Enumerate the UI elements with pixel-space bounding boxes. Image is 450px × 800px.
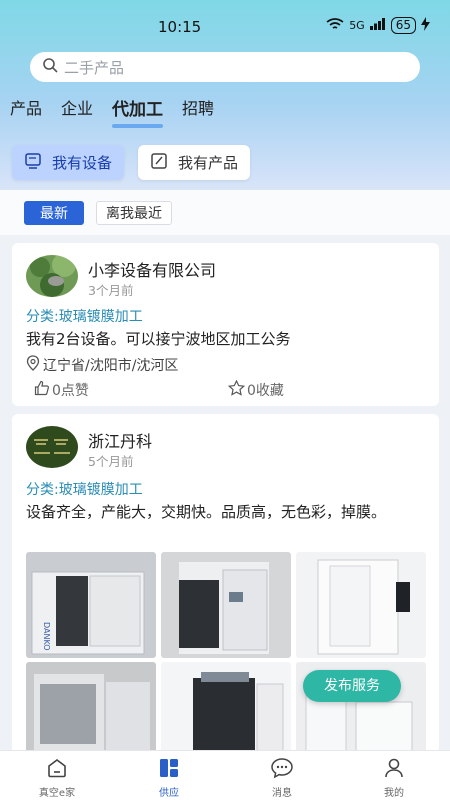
my-product-button[interactable]: 我有产品 [138, 145, 251, 180]
thumbs-up-icon [34, 380, 50, 400]
post-time: 3个月前 [88, 283, 134, 298]
network-label: 5G [349, 19, 365, 32]
equipment-photo[interactable] [161, 662, 291, 754]
nav-profile-label: 我的 [384, 788, 404, 799]
status-icons: 5G 65 [326, 17, 430, 34]
home-icon [46, 759, 68, 782]
post-card[interactable]: 浙江丹科 5个月前 分类:玻璃镀膜加工 设备齐全，产能大，交期快。品质高，无色彩… [12, 414, 439, 754]
publish-service-button[interactable]: 发布服务 [303, 670, 401, 702]
post-category: 分类:玻璃镀膜加工 [26, 482, 143, 498]
company-name: 小李设备有限公司 [88, 261, 217, 280]
bottom-nav: 真空e家 供应 消息 我的 [0, 750, 450, 800]
favorite-button[interactable]: 0收藏 [227, 379, 284, 400]
charging-icon [421, 17, 430, 34]
brand-mark: DANKO [42, 622, 51, 651]
my-equipment-button[interactable]: 我有设备 [12, 145, 125, 180]
nav-messages[interactable]: 消息 [242, 757, 322, 799]
search-icon [42, 57, 64, 77]
equipment-photo[interactable] [296, 552, 426, 658]
filter-latest[interactable]: 最新 [24, 201, 84, 225]
nav-messages-label: 消息 [272, 788, 292, 799]
like-button[interactable]: 0点赞 [34, 380, 89, 400]
nav-supply-label: 供应 [159, 788, 179, 799]
nav-supply[interactable]: 供应 [129, 757, 209, 799]
status-time: 10:15 [158, 18, 202, 36]
signal-icon [369, 18, 386, 33]
avatar [26, 255, 78, 297]
equipment-photo[interactable] [26, 662, 156, 754]
nav-home[interactable]: 真空e家 [17, 757, 97, 799]
battery-indicator: 65 [390, 17, 416, 34]
category-tabs: 产品 企业 代加工 招聘 [10, 95, 214, 128]
tab-processing[interactable]: 代加工 [112, 95, 164, 128]
product-icon [150, 152, 168, 174]
post-description: 我有2台设备。可以接宁波地区加工公务 [26, 330, 291, 348]
type-switch: 我有设备 我有产品 [12, 145, 251, 180]
equipment-icon [24, 152, 42, 174]
nav-profile[interactable]: 我的 [354, 757, 434, 799]
filter-nearby[interactable]: 离我最近 [96, 201, 172, 225]
post-location: 辽宁省/沈阳市/沈河区 [26, 355, 178, 375]
equipment-photo[interactable] [161, 552, 291, 658]
filter-bar: 最新 离我最近 [0, 190, 450, 235]
location-pin-icon [26, 355, 40, 375]
location-text: 辽宁省/沈阳市/沈河区 [43, 358, 179, 374]
tab-products[interactable]: 产品 [10, 95, 42, 126]
post-category: 分类:玻璃镀膜加工 [26, 309, 143, 325]
nav-home-label: 真空e家 [38, 788, 76, 799]
post-card[interactable]: 小李设备有限公司 3个月前 分类:玻璃镀膜加工 我有2台设备。可以接宁波地区加工… [12, 243, 439, 406]
search-input[interactable]: 二手产品 [30, 52, 420, 82]
user-icon [383, 758, 405, 782]
status-bar: 10:15 5G 65 [0, 0, 450, 52]
like-count: 0点赞 [52, 383, 89, 399]
post-time: 5个月前 [88, 454, 134, 469]
chat-icon [270, 758, 294, 782]
my-equipment-label: 我有设备 [52, 154, 113, 172]
avatar [26, 426, 78, 468]
grid-icon [158, 759, 180, 782]
favorite-count: 0收藏 [247, 383, 284, 399]
my-product-label: 我有产品 [178, 154, 239, 172]
post-description: 设备齐全，产能大，交期快。品质高，无色彩，掉膜。 [26, 503, 387, 521]
tab-companies[interactable]: 企业 [61, 95, 93, 126]
wifi-icon [326, 17, 344, 34]
tab-recruitment[interactable]: 招聘 [182, 95, 214, 126]
search-placeholder: 二手产品 [64, 58, 125, 77]
equipment-photo[interactable]: DANKO [26, 552, 156, 658]
star-icon [227, 379, 246, 400]
company-name: 浙江丹科 [88, 432, 153, 451]
